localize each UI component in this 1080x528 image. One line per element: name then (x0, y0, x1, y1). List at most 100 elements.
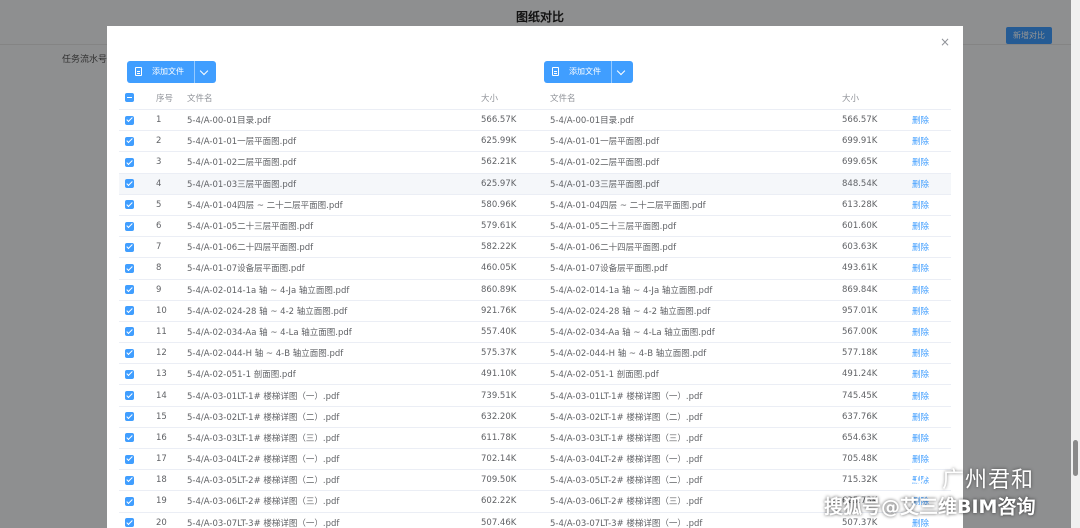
row-checkbox-cell (125, 110, 135, 130)
select-all-checkbox[interactable] (125, 93, 134, 102)
delete-link[interactable]: 删除 (912, 343, 942, 363)
table-row[interactable]: 4 5-4/A-01-03三层平面图.pdf 625.97K 5-4/A-01-03三… (119, 173, 951, 195)
left-file-name: 5-4/A-01-02二层平面图.pdf (187, 158, 297, 169)
row-checkbox[interactable] (125, 412, 134, 422)
row-checkbox[interactable] (125, 454, 134, 464)
chevron-down-icon[interactable] (616, 66, 626, 76)
right-file-size: 957.01K (842, 305, 878, 316)
delete-link[interactable]: 删除 (912, 301, 942, 321)
right-add-file-button[interactable]: 添加文件 (544, 61, 633, 83)
left-file-name: 5-4/A-02-044-H 轴 ~ 4-B 轴立面图.pdf (187, 349, 344, 360)
row-index: 20 (156, 517, 167, 528)
row-checkbox-cell (125, 195, 135, 215)
left-file-name: 5-4/A-01-05二十三层平面图.pdf (187, 222, 314, 233)
table-row[interactable]: 12 5-4/A-02-044-H 轴 ~ 4-B 轴立面图.pdf 575.37K… (119, 343, 951, 365)
delete-link[interactable]: 删除 (912, 364, 942, 384)
table-row[interactable]: 11 5-4/A-02-034-Aa 轴 ~ 4-La 轴立面图.pdf 557.4… (119, 322, 951, 344)
right-file-name: 5-4/A-03-02LT-1# 楼梯详图（二）.pdf (550, 412, 703, 423)
left-file-name: 5-4/A-01-07设备层平面图.pdf (187, 264, 305, 275)
delete-link[interactable]: 删除 (912, 152, 942, 172)
right-file-size: 715.32K (842, 475, 878, 486)
table-row[interactable]: 8 5-4/A-01-07设备层平面图.pdf 460.05K 5-4/A-01-07… (119, 258, 951, 280)
row-checkbox-cell (125, 131, 135, 151)
row-checkbox[interactable] (125, 136, 134, 146)
right-file-size: 601.60K (842, 221, 878, 232)
delete-link[interactable]: 删除 (912, 195, 942, 215)
left-add-file-button[interactable]: 添加文件 (127, 61, 216, 83)
delete-link[interactable]: 删除 (912, 385, 942, 405)
row-checkbox[interactable] (125, 285, 134, 295)
left-file-name: 5-4/A-02-014-1a 轴 ~ 4-Ja 轴立面图.pdf (187, 285, 350, 296)
row-checkbox[interactable] (125, 369, 134, 379)
left-file-size: 921.76K (481, 305, 517, 316)
row-checkbox[interactable] (125, 179, 134, 189)
left-file-name: 5-4/A-03-03LT-1# 楼梯详图（三）.pdf (187, 433, 340, 444)
left-file-size: 557.40K (481, 326, 517, 337)
row-index: 2 (156, 136, 162, 147)
row-checkbox[interactable] (125, 263, 134, 273)
row-checkbox[interactable] (125, 221, 134, 231)
table-row[interactable]: 3 5-4/A-01-02二层平面图.pdf 562.21K 5-4/A-01-02二… (119, 152, 951, 174)
table-row[interactable]: 9 5-4/A-02-014-1a 轴 ~ 4-Ja 轴立面图.pdf 860.89… (119, 280, 951, 301)
row-index: 3 (156, 157, 162, 168)
table-row[interactable]: 15 5-4/A-03-02LT-1# 楼梯详图（二）.pdf 632.20K 5-4… (119, 407, 951, 428)
table-row[interactable]: 2 5-4/A-01-01一层平面图.pdf 625.99K 5-4/A-01-01一… (119, 131, 951, 153)
right-file-size: 507.37K (842, 517, 878, 528)
table-row[interactable]: 20 5-4/A-03-07LT-3# 楼梯详图（一）.pdf 507.46K 5-4… (119, 513, 951, 528)
table-row[interactable]: 13 5-4/A-02-051-1 剖面图.pdf 491.10K 5-4/A-02-… (119, 364, 951, 386)
delete-link[interactable]: 删除 (912, 428, 942, 448)
row-checkbox[interactable] (125, 242, 134, 252)
left-file-name: 5-4/A-03-04LT-2# 楼梯详图（一）.pdf (187, 455, 340, 466)
table-row[interactable]: 10 5-4/A-02-024-28 轴 ~ 4-2 轴立面图.pdf 921.76… (119, 301, 951, 322)
table-row[interactable]: 16 5-4/A-03-03LT-1# 楼梯详图（三）.pdf 611.78K 5-4… (119, 428, 951, 449)
table-row[interactable]: 17 5-4/A-03-04LT-2# 楼梯详图（一）.pdf 702.14K 5-4… (119, 449, 951, 471)
table-row[interactable]: 1 5-4/A-00-01目录.pdf 566.57K 5-4/A-00-01目录.p… (119, 110, 951, 132)
left-file-size: 611.78K (481, 432, 517, 443)
row-checkbox[interactable] (125, 348, 134, 358)
row-checkbox[interactable] (125, 306, 134, 316)
row-checkbox[interactable] (125, 518, 134, 528)
left-file-name: 5-4/A-02-034-Aa 轴 ~ 4-La 轴立面图.pdf (187, 327, 352, 338)
right-file-name: 5-4/A-01-02二层平面图.pdf (550, 158, 660, 169)
delete-link[interactable]: 删除 (912, 216, 942, 236)
row-checkbox[interactable] (125, 475, 134, 485)
right-file-name: 5-4/A-01-03三层平面图.pdf (550, 179, 660, 190)
chevron-down-icon[interactable] (199, 66, 209, 76)
table-row[interactable]: 14 5-4/A-03-01LT-1# 楼梯详图（一）.pdf 739.51K 5-4… (119, 385, 951, 407)
close-icon[interactable]: × (938, 35, 952, 49)
row-checkbox[interactable] (125, 115, 134, 125)
delete-link[interactable]: 删除 (912, 449, 942, 469)
left-file-size: 709.50K (481, 475, 517, 486)
row-index: 15 (156, 411, 167, 422)
row-checkbox[interactable] (125, 496, 134, 506)
delete-link[interactable]: 删除 (912, 280, 942, 300)
delete-link[interactable]: 删除 (912, 258, 942, 278)
delete-link[interactable]: 删除 (912, 513, 942, 528)
file-icon (552, 67, 559, 76)
delete-link[interactable]: 删除 (912, 174, 942, 194)
left-file-size: 602.22K (481, 496, 517, 507)
delete-link[interactable]: 删除 (912, 470, 942, 490)
delete-link[interactable]: 删除 (912, 491, 942, 511)
table-row[interactable]: 18 5-4/A-03-05LT-2# 楼梯详图（二）.pdf 709.50K 5-4… (119, 470, 951, 492)
row-checkbox[interactable] (125, 200, 134, 210)
row-checkbox[interactable] (125, 157, 134, 167)
left-file-size: 625.99K (481, 136, 517, 147)
row-checkbox[interactable] (125, 327, 134, 337)
delete-link[interactable]: 删除 (912, 322, 942, 342)
page-scrollbar-thumb[interactable] (1073, 440, 1078, 476)
table-row[interactable]: 6 5-4/A-01-05二十三层平面图.pdf 579.61K 5-4/A-01-0… (119, 216, 951, 238)
table-row[interactable]: 19 5-4/A-03-06LT-2# 楼梯详图（三）.pdf 602.22K 5-4… (119, 491, 951, 513)
table-row[interactable]: 5 5-4/A-01-04四层 ~ 二十二层平面图.pdf 580.96K 5-4/A… (119, 195, 951, 216)
col-header-right-name: 文件名 (550, 93, 576, 104)
delete-link[interactable]: 删除 (912, 131, 942, 151)
row-checkbox[interactable] (125, 433, 134, 443)
delete-link[interactable]: 删除 (912, 237, 942, 257)
table-row[interactable]: 7 5-4/A-01-06二十四层平面图.pdf 582.22K 5-4/A-01-0… (119, 237, 951, 259)
delete-link[interactable]: 删除 (912, 110, 942, 130)
row-checkbox[interactable] (125, 391, 134, 401)
row-checkbox-cell (125, 301, 135, 321)
delete-link[interactable]: 删除 (912, 407, 942, 427)
left-file-size: 579.61K (481, 221, 517, 232)
row-checkbox-cell (125, 152, 135, 172)
